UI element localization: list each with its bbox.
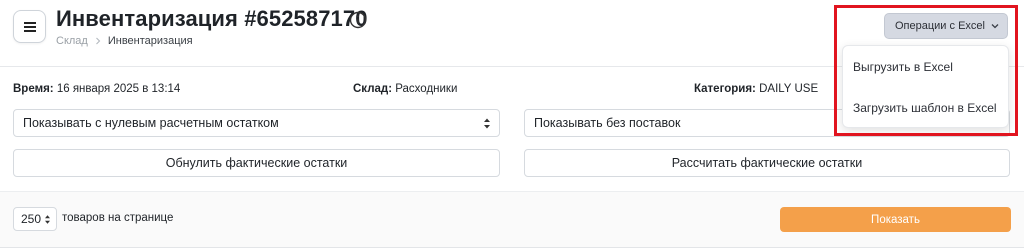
calculate-actual-stock-button[interactable]: Рассчитать фактические остатки xyxy=(524,149,1010,177)
warehouse-label: Склад: xyxy=(353,83,393,95)
time-label: Время: xyxy=(13,83,54,95)
category-label: Категория: xyxy=(694,83,756,95)
hamburger-icon xyxy=(23,21,36,32)
stock-filter-select[interactable]: Показывать с нулевым расчетным остатком xyxy=(13,109,500,137)
per-page-select[interactable]: 250 xyxy=(13,207,57,231)
time-value: 16 января 2025 в 13:14 xyxy=(56,83,181,95)
page-title: Инвентаризация #652587170 xyxy=(56,6,368,31)
show-button[interactable]: Показать xyxy=(780,207,1011,232)
breadcrumb-item-inventory: Инвентаризация xyxy=(107,35,193,47)
excel-operations-label: Операции с Excel xyxy=(895,20,985,32)
meta-category: Категория: DAILY USE xyxy=(694,83,818,95)
chevron-down-icon xyxy=(991,24,999,29)
stock-filter-value: Показывать с нулевым расчетным остатком xyxy=(23,116,279,130)
info-icon[interactable] xyxy=(349,11,367,29)
excel-dropdown-menu: Выгрузить в Excel Загрузить шаблон в Exc… xyxy=(842,45,1009,128)
supply-filter-value: Показывать без поставок xyxy=(534,116,681,130)
reset-actual-stock-button[interactable]: Обнулить фактические остатки xyxy=(13,149,500,177)
upload-excel-template-item[interactable]: Загрузить шаблон в Excel xyxy=(853,101,997,115)
warehouse-value: Расходники xyxy=(395,83,458,95)
export-to-excel-item[interactable]: Выгрузить в Excel xyxy=(853,60,953,74)
meta-time: Время: 16 января 2025 в 13:14 xyxy=(13,83,180,95)
category-value: DAILY USE xyxy=(759,83,819,95)
per-page-label: товаров на странице xyxy=(62,212,174,224)
meta-warehouse: Склад: Расходники xyxy=(353,83,457,95)
breadcrumb-item-warehouse[interactable]: Склад xyxy=(56,35,88,47)
select-arrows-icon xyxy=(484,118,490,129)
excel-operations-button[interactable]: Операции с Excel xyxy=(884,13,1008,39)
breadcrumb: Склад Инвентаризация xyxy=(56,35,193,47)
per-page-value: 250 xyxy=(21,212,42,226)
menu-button[interactable] xyxy=(13,10,46,43)
chevron-right-icon xyxy=(95,37,101,45)
select-arrows-icon xyxy=(45,215,50,224)
